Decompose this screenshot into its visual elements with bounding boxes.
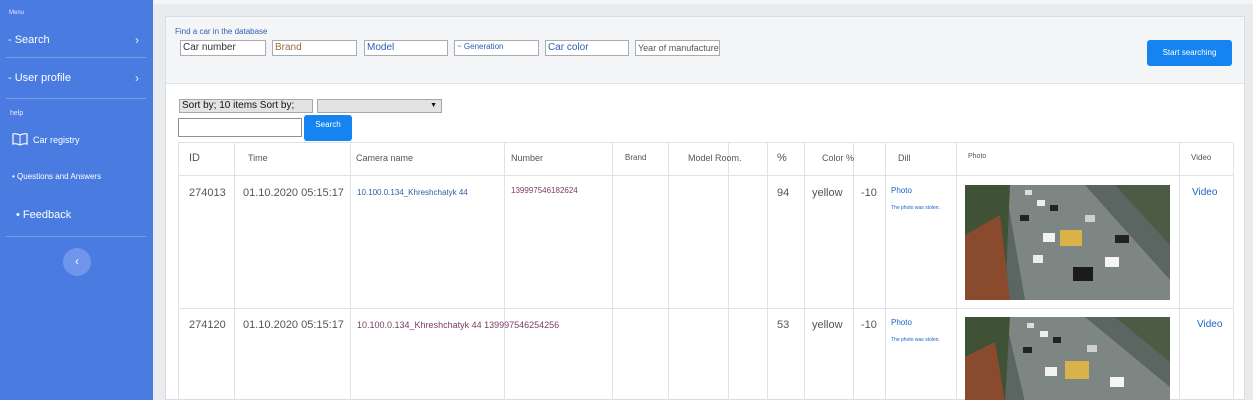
- book-icon: [12, 133, 28, 146]
- sidebar-divider: [6, 236, 146, 237]
- menu-label: Menu: [9, 10, 25, 16]
- cell-camera: 10.100.0.134_Khreshchatyk 44: [357, 188, 468, 197]
- column-header-number[interactable]: Number: [511, 153, 543, 163]
- dropdown-arrow-icon: ▼: [430, 102, 437, 109]
- cell-color: yellow: [812, 187, 843, 199]
- sidebar-item-label: - Search: [8, 34, 50, 46]
- sidebar-item-questions-answers[interactable]: • Questions and Answers: [12, 172, 101, 181]
- collapse-sidebar-button[interactable]: ‹: [63, 248, 91, 276]
- search-button[interactable]: Search: [304, 115, 352, 141]
- column-header-brand[interactable]: Brand: [625, 153, 646, 162]
- sidebar-item-car-registry[interactable]: Car registry: [12, 132, 142, 148]
- sort-select[interactable]: Sort by; 10 items Sort by;: [179, 99, 313, 113]
- column-header-photo[interactable]: Photo: [968, 153, 986, 160]
- column-header-dill[interactable]: Dill: [898, 153, 911, 163]
- sidebar-item-user-profile[interactable]: - User profile ›: [0, 68, 153, 88]
- stolen-note: The photo was stolen.: [891, 337, 940, 343]
- sidebar-item-search[interactable]: - Search ›: [0, 30, 153, 50]
- cell-color: yellow: [812, 319, 843, 331]
- cell-percent: 53: [777, 319, 790, 331]
- cell-time: 01.10.2020 05:15:17: [243, 319, 344, 331]
- cell-id: 274120: [189, 319, 226, 331]
- cell-number: 139997546182624: [511, 186, 578, 195]
- model-field[interactable]: Model: [364, 40, 448, 56]
- year-field[interactable]: Year of manufacture: [635, 40, 720, 56]
- cell-id: 274013: [189, 187, 226, 199]
- column-header-video[interactable]: Video: [1191, 153, 1211, 162]
- cell-color-pct: -10: [861, 319, 877, 331]
- brand-field[interactable]: Brand: [272, 40, 357, 56]
- cell-percent: 94: [777, 187, 790, 199]
- column-header-percent[interactable]: %: [777, 152, 787, 164]
- help-label: help: [10, 110, 24, 117]
- stolen-note: The photo was stolen.: [891, 205, 940, 211]
- cell-color-pct: -10: [861, 187, 877, 199]
- car-number-field[interactable]: Car number: [180, 40, 266, 56]
- car-photo: [965, 317, 1170, 400]
- search-input[interactable]: [178, 118, 302, 137]
- start-searching-button[interactable]: Start searching: [1147, 40, 1232, 66]
- search-title: Find a car in the database: [175, 27, 268, 36]
- generation-field[interactable]: ~ Generation: [454, 40, 539, 56]
- top-bar: [153, 0, 1253, 4]
- car-color-field[interactable]: Car color: [545, 40, 629, 56]
- sidebar-item-label: Car registry: [33, 135, 80, 145]
- sidebar-item-label: - User profile: [8, 72, 71, 84]
- video-link[interactable]: Video: [1192, 187, 1217, 198]
- chevron-right-icon: ›: [135, 33, 139, 47]
- chevron-right-icon: ›: [135, 71, 139, 85]
- results-table: ID Time Camera name Number Brand Model R…: [178, 142, 1234, 400]
- search-form: Find a car in the database Car number Br…: [166, 17, 1244, 84]
- sidebar-item-feedback[interactable]: • Feedback: [16, 209, 71, 221]
- car-photo: [965, 185, 1170, 300]
- photo-link[interactable]: Photo: [891, 318, 912, 327]
- column-header-color[interactable]: Color %: [822, 153, 854, 163]
- column-header-time[interactable]: Time: [248, 153, 268, 163]
- column-header-model[interactable]: Model Room.: [688, 153, 742, 163]
- cell-camera: 10.100.0.134_Khreshchatyk 44 13999754625…: [357, 320, 560, 330]
- sort-order-select[interactable]: ▼: [317, 99, 442, 113]
- column-header-id[interactable]: ID: [189, 152, 200, 164]
- sidebar-divider: [6, 98, 146, 99]
- video-link[interactable]: Video: [1197, 319, 1222, 330]
- sidebar-divider: [6, 57, 146, 58]
- photo-link[interactable]: Photo: [891, 186, 912, 195]
- chevron-left-icon: ‹: [75, 254, 79, 268]
- cell-time: 01.10.2020 05:15:17: [243, 187, 344, 199]
- main-panel: Find a car in the database Car number Br…: [165, 16, 1245, 400]
- sidebar: Menu - Search › - User profile › help Ca…: [0, 0, 153, 400]
- column-header-camera[interactable]: Camera name: [356, 153, 413, 163]
